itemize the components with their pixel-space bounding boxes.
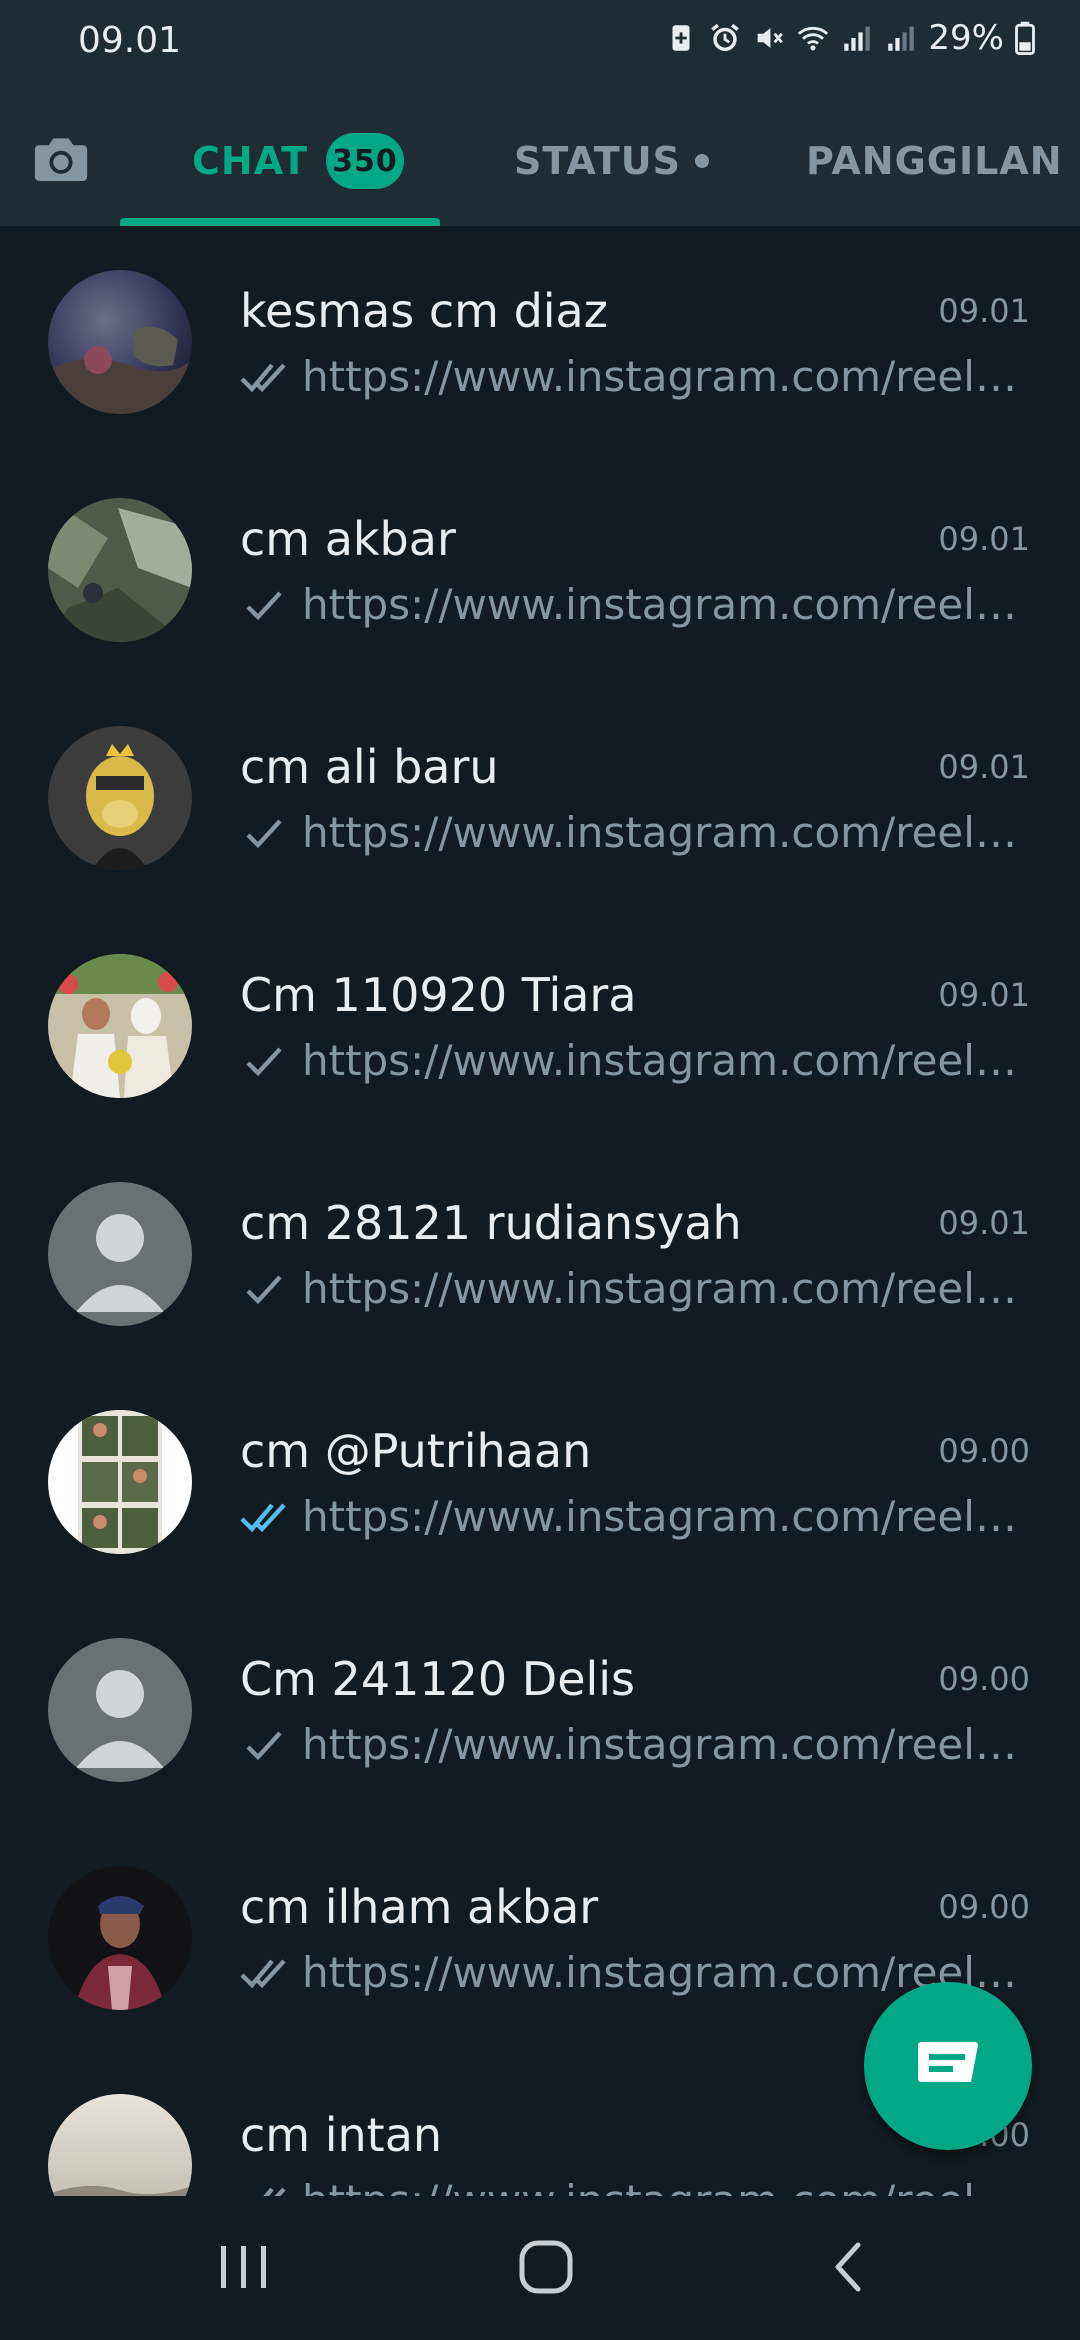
avatar[interactable] <box>48 954 192 1098</box>
check-icon <box>246 1275 282 1304</box>
wifi-icon <box>798 26 829 51</box>
chat-list[interactable]: kesmas cm diaz 09.01 https://www.instagr… <box>0 226 1080 2196</box>
tab-calls[interactable]: PANGGILAN <box>806 126 1063 196</box>
chat-preview: https://www.instagram.com/reel/C... <box>240 580 1030 629</box>
avatar[interactable] <box>48 1866 192 2010</box>
check-icon <box>246 591 282 620</box>
system-nav-bar <box>0 2196 1080 2340</box>
chat-row[interactable]: cm ali baru 09.01 https://www.instagram.… <box>0 682 1080 910</box>
chat-preview: https://www.instagram.com/reel/C... <box>240 1720 1030 1769</box>
new-chat-button[interactable] <box>864 1982 1032 2150</box>
default-person-icon <box>48 1638 192 1782</box>
tab-status[interactable]: STATUS <box>514 126 709 196</box>
chat-message: https://www.instagram.com/reel/C... <box>302 1264 1030 1313</box>
avatar[interactable] <box>48 2094 192 2196</box>
chat-time: 09.01 <box>938 748 1030 786</box>
chat-message: https://www.instagram.com/reel/C... <box>302 1036 1030 1085</box>
chat-time: 09.01 <box>938 292 1030 330</box>
back-button[interactable] <box>808 2232 888 2302</box>
chat-time: 09.00 <box>938 1660 1030 1698</box>
chat-time: 09.01 <box>938 1204 1030 1242</box>
battery-icon <box>1015 21 1035 55</box>
chat-preview: https://www.instagram.com/reel/C... <box>240 1492 1030 1541</box>
avatar[interactable] <box>48 270 192 414</box>
double-check-read-icon <box>240 1503 286 1532</box>
chat-row[interactable]: kesmas cm diaz 09.01 https://www.instagr… <box>0 226 1080 454</box>
avatar[interactable] <box>48 498 192 642</box>
message-icon <box>918 2042 978 2082</box>
chat-preview: https://www.instagram.com/reel/C... <box>240 808 1030 857</box>
recent-apps-button[interactable] <box>204 2232 284 2302</box>
back-icon <box>835 2242 861 2292</box>
default-person-icon <box>48 1182 192 1326</box>
chat-time: 09.01 <box>938 976 1030 1014</box>
check-icon <box>246 1731 282 1760</box>
chat-message: https://www.instagram.com/reel/C... <box>302 580 1030 629</box>
chat-row[interactable]: cm @Putrihaan 09.00 https://www.instagra… <box>0 1366 1080 1594</box>
double-check-icon <box>240 1959 286 1988</box>
chat-message: https://www.instagram.com/reel/C... <box>302 352 1030 401</box>
double-check-icon <box>262 2187 286 2196</box>
avatar[interactable] <box>48 1638 192 1782</box>
chat-message: https://www.instagram.com/reel/C... <box>302 1492 1030 1541</box>
chat-time: 09.01 <box>938 520 1030 558</box>
chat-name: Cm 110920 Tiara <box>240 968 637 1022</box>
battery-percent: 29% <box>928 18 1004 58</box>
status-update-dot <box>694 154 709 168</box>
chat-name: cm 28121 rudiansyah <box>240 1196 742 1250</box>
chat-name: kesmas cm diaz <box>240 284 608 338</box>
tab-bar: CHAT 350 STATUS PANGGILAN <box>0 110 1080 226</box>
double-check-icon <box>240 363 286 392</box>
chat-time: 09.00 <box>938 1888 1030 1926</box>
tab-calls-label: PANGGILAN <box>806 139 1063 183</box>
avatar[interactable] <box>48 1410 192 1554</box>
avatar[interactable] <box>48 726 192 870</box>
chat-name: cm intan <box>240 2108 443 2162</box>
chat-row[interactable]: Cm 241120 Delis 09.00 https://www.instag… <box>0 1594 1080 1822</box>
chat-row[interactable]: cm 28121 rudiansyah 09.01 https://www.in… <box>0 1138 1080 1366</box>
avatar[interactable] <box>48 1182 192 1326</box>
signal-2-icon <box>888 26 915 51</box>
status-bar: 09.01 29% <box>0 0 1080 90</box>
chat-row[interactable]: Cm 110920 Tiara 09.01 https://www.instag… <box>0 910 1080 1138</box>
chat-name: cm ilham akbar <box>240 1880 599 1934</box>
status-icons: 29% <box>664 18 1036 58</box>
signal-icon <box>844 26 871 51</box>
unread-badge: 350 <box>326 133 404 189</box>
app-header: 09.01 29% CHAT 350 STATUS PANGGILAN <box>0 0 1080 226</box>
check-icon <box>246 819 282 848</box>
chat-preview: https://www.instagram.com/reel/C... <box>240 1264 1030 1313</box>
tab-chat[interactable]: CHAT 350 <box>192 126 404 196</box>
chat-row[interactable]: cm akbar 09.01 https://www.instagram.com… <box>0 454 1080 682</box>
chat-time: 09.00 <box>938 1432 1030 1470</box>
camera-icon[interactable] <box>28 126 94 192</box>
chat-preview: https://www.instagram.com/reel/C... <box>240 352 1030 401</box>
chat-name: Cm 241120 Delis <box>240 1652 636 1706</box>
mute-icon <box>758 28 784 48</box>
home-icon <box>519 2240 573 2294</box>
tab-chat-label: CHAT <box>192 139 309 183</box>
chat-name: cm ali baru <box>240 740 499 794</box>
chat-name: cm @Putrihaan <box>240 1424 592 1478</box>
chat-preview: https://www.instagram.com/reel/C... <box>240 2176 1030 2196</box>
battery-saver-icon <box>672 25 690 51</box>
chat-message: https://www.instagram.com/reel/C... <box>302 2176 1030 2196</box>
chat-message: https://www.instagram.com/reel/C... <box>302 808 1030 857</box>
check-icon <box>246 1047 282 1076</box>
home-button[interactable] <box>506 2232 586 2302</box>
recent-apps-icon <box>221 2246 266 2288</box>
chat-preview: https://www.instagram.com/reel/C... <box>240 1036 1030 1085</box>
active-tab-indicator <box>120 218 440 226</box>
chat-name: cm akbar <box>240 512 456 566</box>
tab-status-label: STATUS <box>514 139 681 183</box>
chat-message: https://www.instagram.com/reel/C... <box>302 1720 1030 1769</box>
status-time: 09.01 <box>78 20 182 61</box>
alarm-icon <box>711 23 740 52</box>
